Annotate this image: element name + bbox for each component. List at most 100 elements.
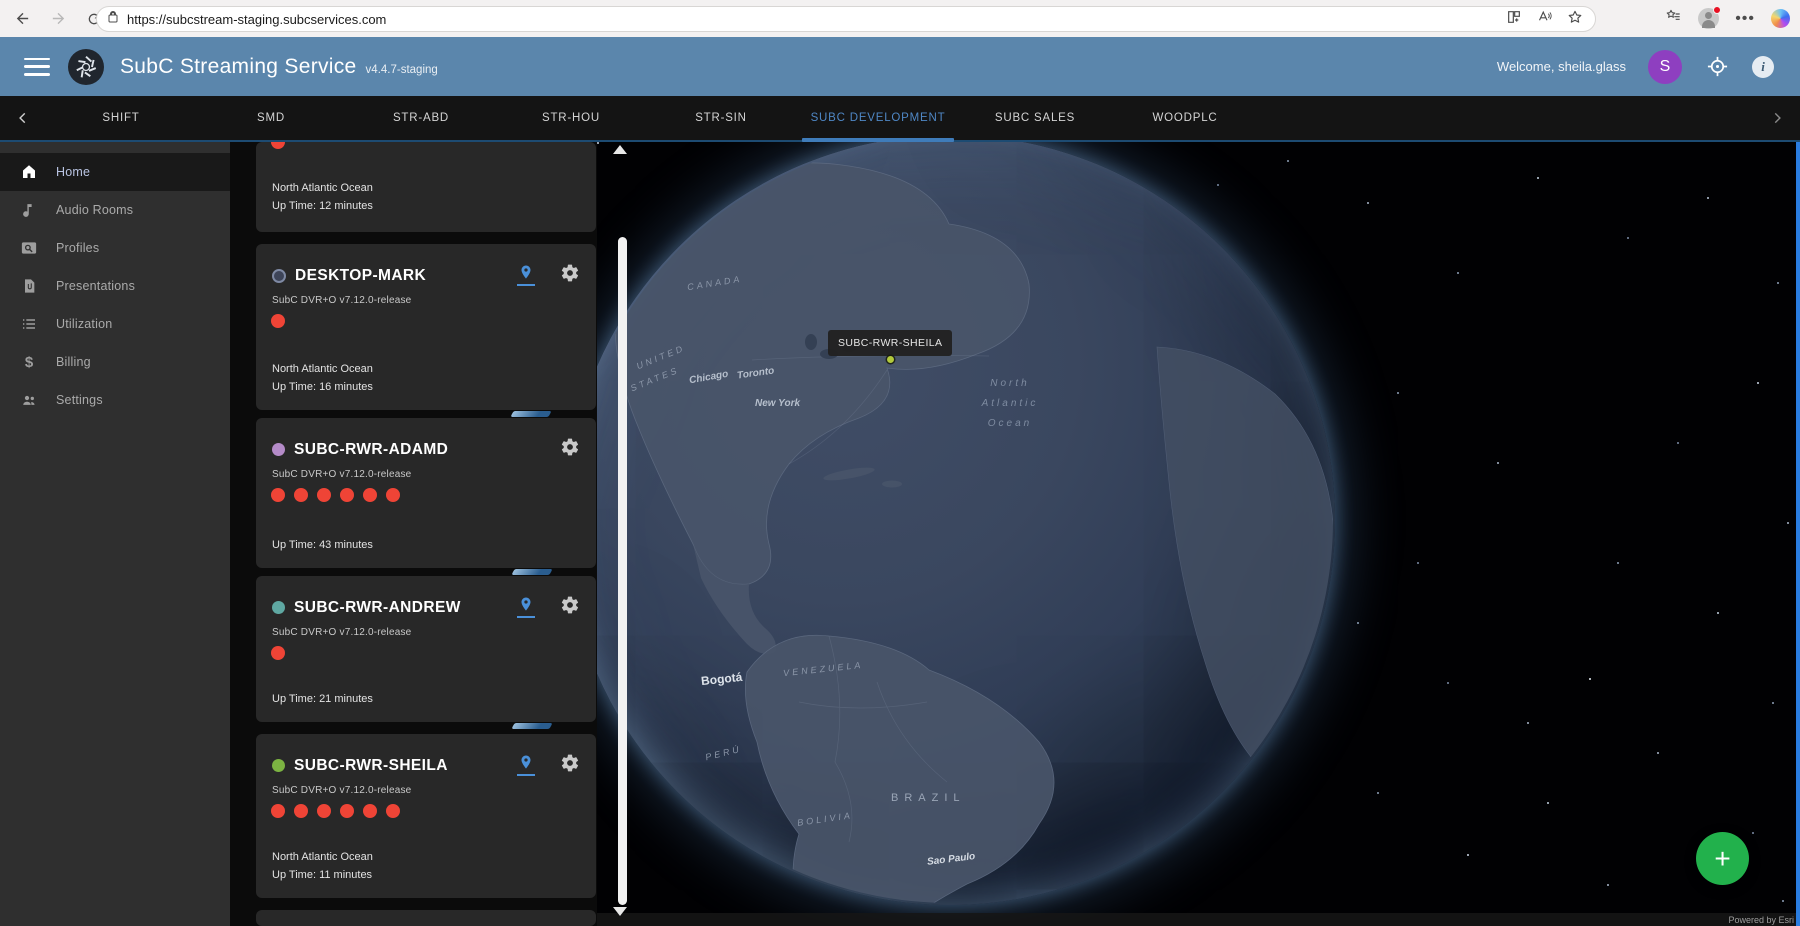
device-card[interactable]: North Atlantic Ocean Up Time: 12 minutes: [256, 142, 596, 232]
lock-icon[interactable]: [107, 10, 119, 29]
address-bar[interactable]: https://subcstream-staging.subcservices.…: [96, 6, 1596, 32]
document-icon: [19, 276, 39, 296]
locate-on-map-button[interactable]: [517, 263, 535, 286]
collections-icon[interactable]: [1664, 8, 1682, 29]
sidebar-item-settings[interactable]: Settings: [0, 381, 230, 419]
alert-dot: [271, 142, 285, 149]
tab-subc-sales[interactable]: SUBC SALES: [960, 96, 1110, 140]
alert-dot: [271, 804, 285, 818]
tabs-scroll-left-icon[interactable]: [0, 96, 46, 140]
app-version: v4.4.7-staging: [366, 64, 438, 76]
device-settings-gear-icon[interactable]: [560, 753, 580, 778]
alert-dots: [256, 142, 596, 149]
tab-str-abd[interactable]: STR-ABD: [346, 96, 496, 140]
favorite-star-icon[interactable]: [1567, 9, 1583, 30]
alert-dot: [386, 488, 400, 502]
url-text[interactable]: https://subcstream-staging.subcservices.…: [127, 12, 1506, 27]
app-header: SubC Streaming Service v4.4.7-staging We…: [0, 37, 1800, 96]
tab-woodplc[interactable]: WOODPLC: [1110, 96, 1260, 140]
alert-dot: [271, 314, 285, 328]
sidebar-item-home[interactable]: Home: [0, 153, 230, 191]
read-aloud-icon[interactable]: [1536, 9, 1553, 29]
device-status-dot: [272, 443, 285, 456]
device-settings-gear-icon[interactable]: [560, 437, 580, 462]
device-name: SUBC-RWR-ADAMD: [294, 441, 448, 459]
tab-smd[interactable]: SMD: [196, 96, 346, 140]
sidebar-item-billing[interactable]: $ Billing: [0, 343, 230, 381]
sidebar-item-profiles[interactable]: Profiles: [0, 229, 230, 267]
device-status-dot: [272, 601, 285, 614]
alert-dot: [363, 488, 377, 502]
device-card[interactable]: SUBC-RWR-ANDREW SubC DVR+O v7.12.0-relea…: [256, 576, 596, 722]
tab-subc-development[interactable]: SUBC DEVELOPMENT: [796, 96, 960, 140]
alert-dots: [256, 796, 596, 818]
device-card[interactable]: SUBC-RWR-SHEILA SubC DVR+O v7.12.0-relea…: [256, 734, 596, 898]
device-list-scrollbar[interactable]: [618, 237, 627, 905]
user-avatar[interactable]: S: [1648, 50, 1682, 84]
dollar-icon: $: [19, 352, 39, 372]
device-uptime: Up Time: 16 minutes: [272, 378, 373, 397]
alert-dots: [256, 306, 596, 328]
tab-str-hou[interactable]: STR-HOU: [496, 96, 646, 140]
sidebar-item-utilization[interactable]: Utilization: [0, 305, 230, 343]
forward-icon[interactable]: [44, 5, 72, 33]
browser-profile-avatar[interactable]: [1698, 8, 1719, 29]
add-device-fab[interactable]: +: [1696, 832, 1749, 885]
stream-progress-indicator: [511, 723, 552, 729]
sidebar-item-label: Settings: [56, 393, 103, 407]
alert-dot: [271, 646, 285, 660]
browser-menu-icon[interactable]: •••: [1735, 10, 1755, 28]
device-settings-gear-icon[interactable]: [560, 263, 580, 288]
hamburger-menu-icon[interactable]: [24, 58, 50, 76]
info-icon[interactable]: i: [1752, 56, 1774, 78]
locate-target-icon[interactable]: [1704, 54, 1730, 80]
device-settings-gear-icon[interactable]: [560, 595, 580, 620]
locate-on-map-button[interactable]: [517, 595, 535, 618]
device-location: North Atlantic Ocean: [272, 360, 373, 379]
sidebar-item-audio-rooms[interactable]: Audio Rooms: [0, 191, 230, 229]
tab-str-sin[interactable]: STR-SIN: [646, 96, 796, 140]
sidebar-item-presentations[interactable]: Presentations: [0, 267, 230, 305]
scroll-up-icon[interactable]: [613, 145, 627, 154]
tabs-scroll-right-icon[interactable]: [1754, 96, 1800, 140]
device-map-marker[interactable]: [887, 356, 894, 363]
device-status-dot: [272, 759, 285, 772]
home-icon: [19, 162, 39, 182]
tab-shift[interactable]: SHIFT: [46, 96, 196, 140]
locate-on-map-button[interactable]: [517, 753, 535, 776]
device-card[interactable]: [256, 910, 596, 926]
back-icon[interactable]: [8, 5, 36, 33]
split-screen-icon[interactable]: [1506, 9, 1522, 30]
device-card[interactable]: DESKTOP-MARK SubC DVR+O v7.12.0-release …: [256, 244, 596, 410]
world-map[interactable]: CANADA UNITED STATES Chicago Toronto New…: [597, 142, 1800, 926]
page-title: SubC Streaming Service: [120, 55, 357, 79]
profile-notification-dot: [1713, 6, 1721, 14]
sidebar-item-label: Utilization: [56, 317, 112, 331]
pin-underline: [517, 284, 535, 286]
scroll-down-icon[interactable]: [613, 907, 627, 916]
alert-dot: [340, 804, 354, 818]
device-version: SubC DVR+O v7.12.0-release: [256, 778, 596, 796]
alert-dot: [363, 804, 377, 818]
device-version: SubC DVR+O v7.12.0-release: [256, 620, 596, 638]
copilot-icon[interactable]: [1771, 9, 1790, 28]
device-map-tooltip: SUBC-RWR-SHEILA: [828, 330, 952, 356]
map-attribution: Powered by Esri: [597, 913, 1800, 926]
alert-dot: [294, 804, 308, 818]
org-tab-strip: SHIFT SMD STR-ABD STR-HOU STR-SIN SUBC D…: [0, 96, 1800, 142]
subc-logo: [68, 49, 104, 85]
alert-dots: [256, 480, 596, 502]
stream-progress-indicator: [510, 411, 551, 417]
music-note-icon: [19, 200, 39, 220]
device-name: SUBC-RWR-ANDREW: [294, 599, 461, 617]
pageview-icon: [19, 238, 39, 258]
alert-dot: [340, 488, 354, 502]
device-card[interactable]: SUBC-RWR-ADAMD SubC DVR+O v7.12.0-releas…: [256, 418, 596, 568]
map-label-north-atlantic-ocean: North Atlantic Ocean: [955, 374, 1065, 434]
browser-toolbar: https://subcstream-staging.subcservices.…: [0, 0, 1800, 37]
device-name: SUBC-RWR-SHEILA: [294, 757, 448, 775]
profile-body-shape: [1702, 20, 1715, 28]
welcome-text: Welcome, sheila.glass: [1497, 59, 1626, 74]
alert-dot: [317, 488, 331, 502]
alert-dots: [256, 638, 596, 660]
